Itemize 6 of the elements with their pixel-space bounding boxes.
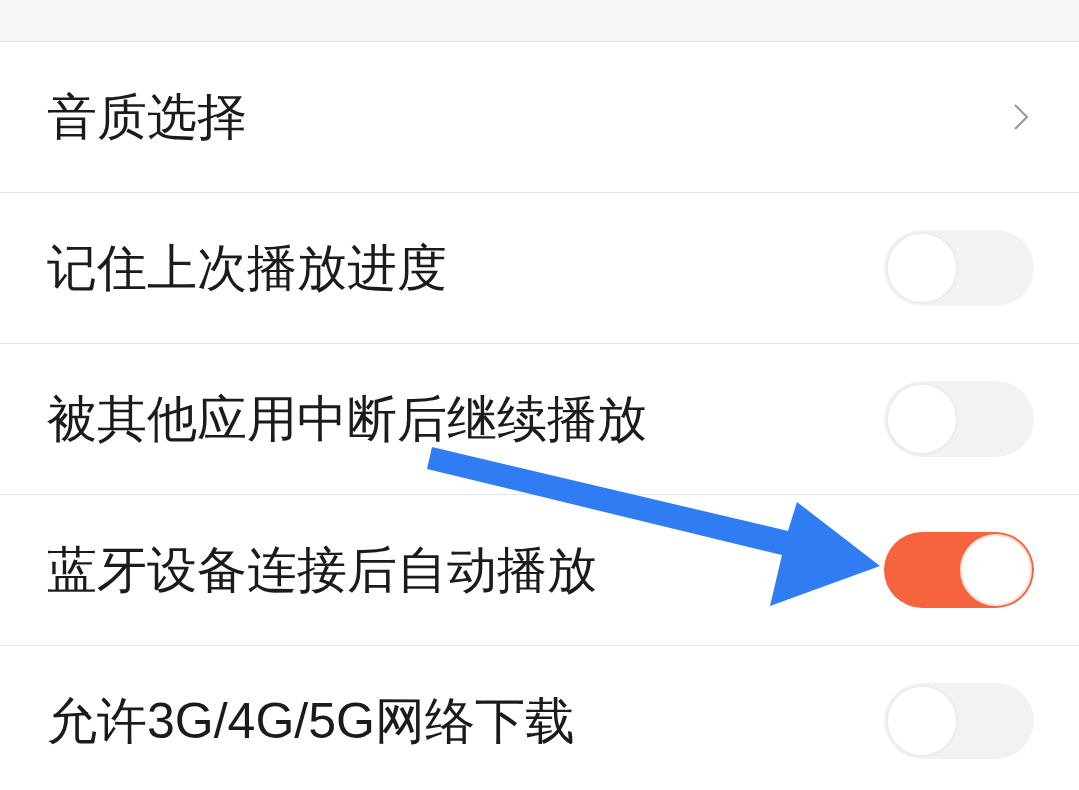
setting-label: 允许3G/4G/5G网络下载 bbox=[47, 691, 575, 751]
setting-label: 记住上次播放进度 bbox=[47, 238, 447, 298]
setting-label: 音质选择 bbox=[47, 87, 247, 147]
chevron-right-icon[interactable] bbox=[1013, 103, 1029, 131]
setting-label: 被其他应用中断后继续播放 bbox=[47, 389, 647, 449]
setting-label: 蓝牙设备连接后自动播放 bbox=[47, 540, 597, 600]
